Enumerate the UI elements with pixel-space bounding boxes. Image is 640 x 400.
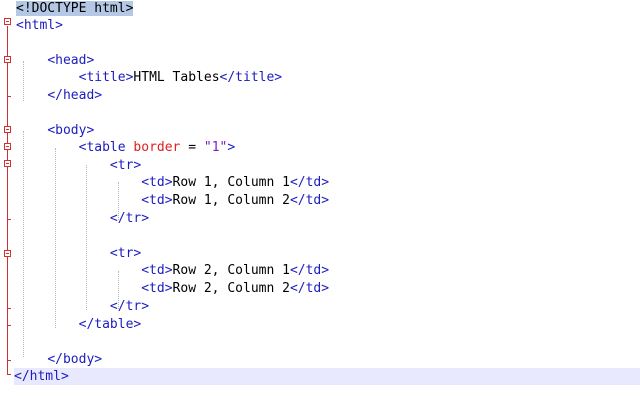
code-line: </head> <box>16 87 640 104</box>
fold-toggle-table[interactable] <box>4 143 11 150</box>
tr-open-tag: <tr> <box>109 158 142 173</box>
code-line: </table> <box>16 316 640 333</box>
current-line: </html> <box>14 368 640 385</box>
fold-end-html <box>7 374 11 375</box>
table-border-value: "1" <box>203 140 228 155</box>
body-close-tag: </body> <box>47 352 103 367</box>
html-open-tag: <html> <box>16 18 63 33</box>
head-close-tag: </head> <box>47 88 103 103</box>
td-open-tag: <td> <box>141 263 173 278</box>
html-close-tag: </html> <box>14 369 69 384</box>
title-close-tag: </title> <box>219 70 283 85</box>
td-open-tag: <td> <box>141 193 173 208</box>
tr-open-tag: <tr> <box>109 246 142 261</box>
td-open-tag: <td> <box>141 281 173 296</box>
doctype-declaration: <!DOCTYPE html> <box>16 1 134 16</box>
code-line: <td>Row 2, Column 1</td> <box>16 262 640 279</box>
code-line: </tr> <box>16 210 640 227</box>
code-line: <td>Row 1, Column 2</td> <box>16 192 640 209</box>
code-line: <html> <box>16 17 640 34</box>
td-close-tag: </td> <box>289 263 330 278</box>
title-open-tag: <title> <box>78 70 134 85</box>
fold-toggle-html[interactable] <box>4 18 11 25</box>
code-line: <tr> <box>16 157 640 174</box>
fold-end-tr-1 <box>7 219 11 220</box>
code-line: <td>Row 1, Column 1</td> <box>16 174 640 191</box>
code-line: <td>Row 2, Column 2</td> <box>16 280 640 297</box>
code-line: <title>HTML Tables</title> <box>16 69 640 86</box>
fold-toggle-body[interactable] <box>4 126 11 133</box>
cell-text: Row 1, Column 2 <box>172 193 290 208</box>
fold-end-head <box>7 96 11 97</box>
cell-text: Row 2, Column 2 <box>172 281 290 296</box>
tr-close-tag: </tr> <box>109 299 150 314</box>
td-close-tag: </td> <box>289 175 330 190</box>
code-line: </body> <box>16 351 640 368</box>
code-line: </tr> <box>16 298 640 315</box>
title-text: HTML Tables <box>133 70 220 85</box>
fold-gutter <box>0 0 14 400</box>
cell-text: Row 1, Column 1 <box>172 175 290 190</box>
code-line: <body> <box>16 122 640 139</box>
fold-end-table <box>7 325 11 326</box>
head-open-tag: <head> <box>47 53 95 68</box>
code-line: <tr> <box>16 245 640 262</box>
fold-end-body <box>7 360 11 361</box>
td-close-tag: </td> <box>289 281 330 296</box>
td-close-tag: </td> <box>289 193 330 208</box>
table-tag-end: > <box>227 140 236 155</box>
fold-toggle-tr-1[interactable] <box>4 160 11 167</box>
attribute-equals: = <box>180 140 204 155</box>
code-line: <!DOCTYPE html> <box>16 0 640 17</box>
table-close-tag: </table> <box>78 317 142 332</box>
body-open-tag: <body> <box>47 123 95 138</box>
code-line: <table border = "1"> <box>16 139 640 156</box>
fold-toggle-tr-2[interactable] <box>4 250 11 257</box>
fold-line-html <box>7 26 8 374</box>
table-tag: <table <box>78 140 126 155</box>
fold-end-tr-2 <box>7 308 11 309</box>
code-line: <head> <box>16 52 640 69</box>
table-border-attribute: border <box>133 140 181 155</box>
cell-text: Row 2, Column 1 <box>172 263 290 278</box>
fold-toggle-head[interactable] <box>4 56 11 63</box>
code-editor[interactable]: <!DOCTYPE html> <html> <head> <title>HTM… <box>0 0 640 400</box>
tr-close-tag: </tr> <box>109 211 150 226</box>
td-open-tag: <td> <box>141 175 173 190</box>
